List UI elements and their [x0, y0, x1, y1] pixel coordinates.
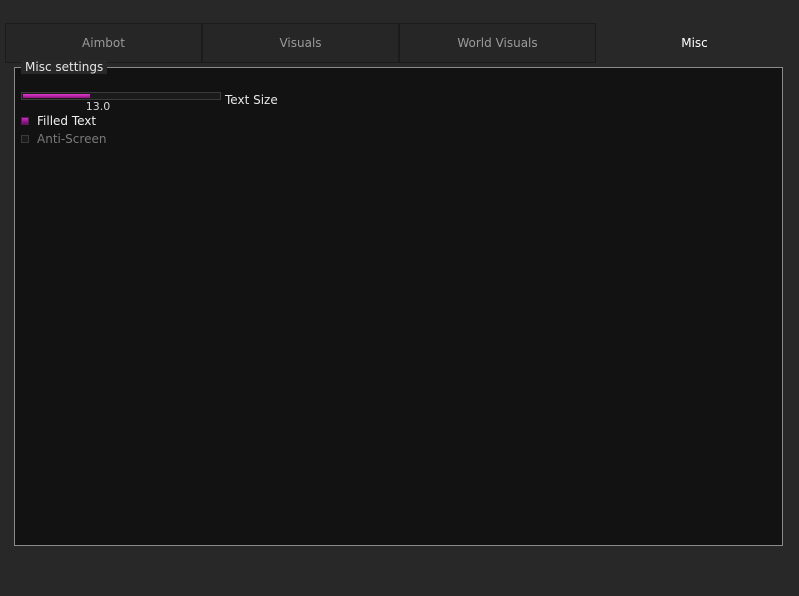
tab-visuals[interactable]: Visuals [202, 23, 399, 63]
tab-world-visuals[interactable]: World Visuals [399, 23, 596, 63]
tab-aimbot[interactable]: Aimbot [5, 23, 202, 63]
group-title: Misc settings [21, 60, 108, 74]
tab-misc[interactable]: Misc [596, 23, 793, 63]
tab-misc-label: Misc [681, 36, 708, 50]
filled-text-checkbox[interactable] [21, 117, 29, 125]
misc-settings-group: Misc settings 13.0 Text Size Filled Text… [14, 60, 783, 546]
slider-value: 13.0 [85, 100, 111, 113]
tab-bar: Aimbot Visuals World Visuals Misc [5, 23, 794, 63]
filled-text-checkbox-row[interactable]: Filled Text [21, 113, 96, 129]
filled-text-label: Filled Text [37, 114, 97, 128]
app-window: Aimbot Visuals World Visuals Misc Misc s… [0, 0, 799, 596]
slider-label: Text Size [225, 93, 278, 107]
tab-visuals-label: Visuals [279, 36, 322, 50]
slider-fill [23, 94, 90, 98]
text-size-slider[interactable] [21, 92, 221, 100]
anti-screen-checkbox[interactable] [21, 135, 29, 143]
anti-screen-checkbox-row[interactable]: Anti-Screen [21, 131, 106, 147]
tab-aimbot-label: Aimbot [82, 36, 125, 50]
tab-world-visuals-label: World Visuals [457, 36, 538, 50]
anti-screen-label: Anti-Screen [37, 132, 107, 146]
